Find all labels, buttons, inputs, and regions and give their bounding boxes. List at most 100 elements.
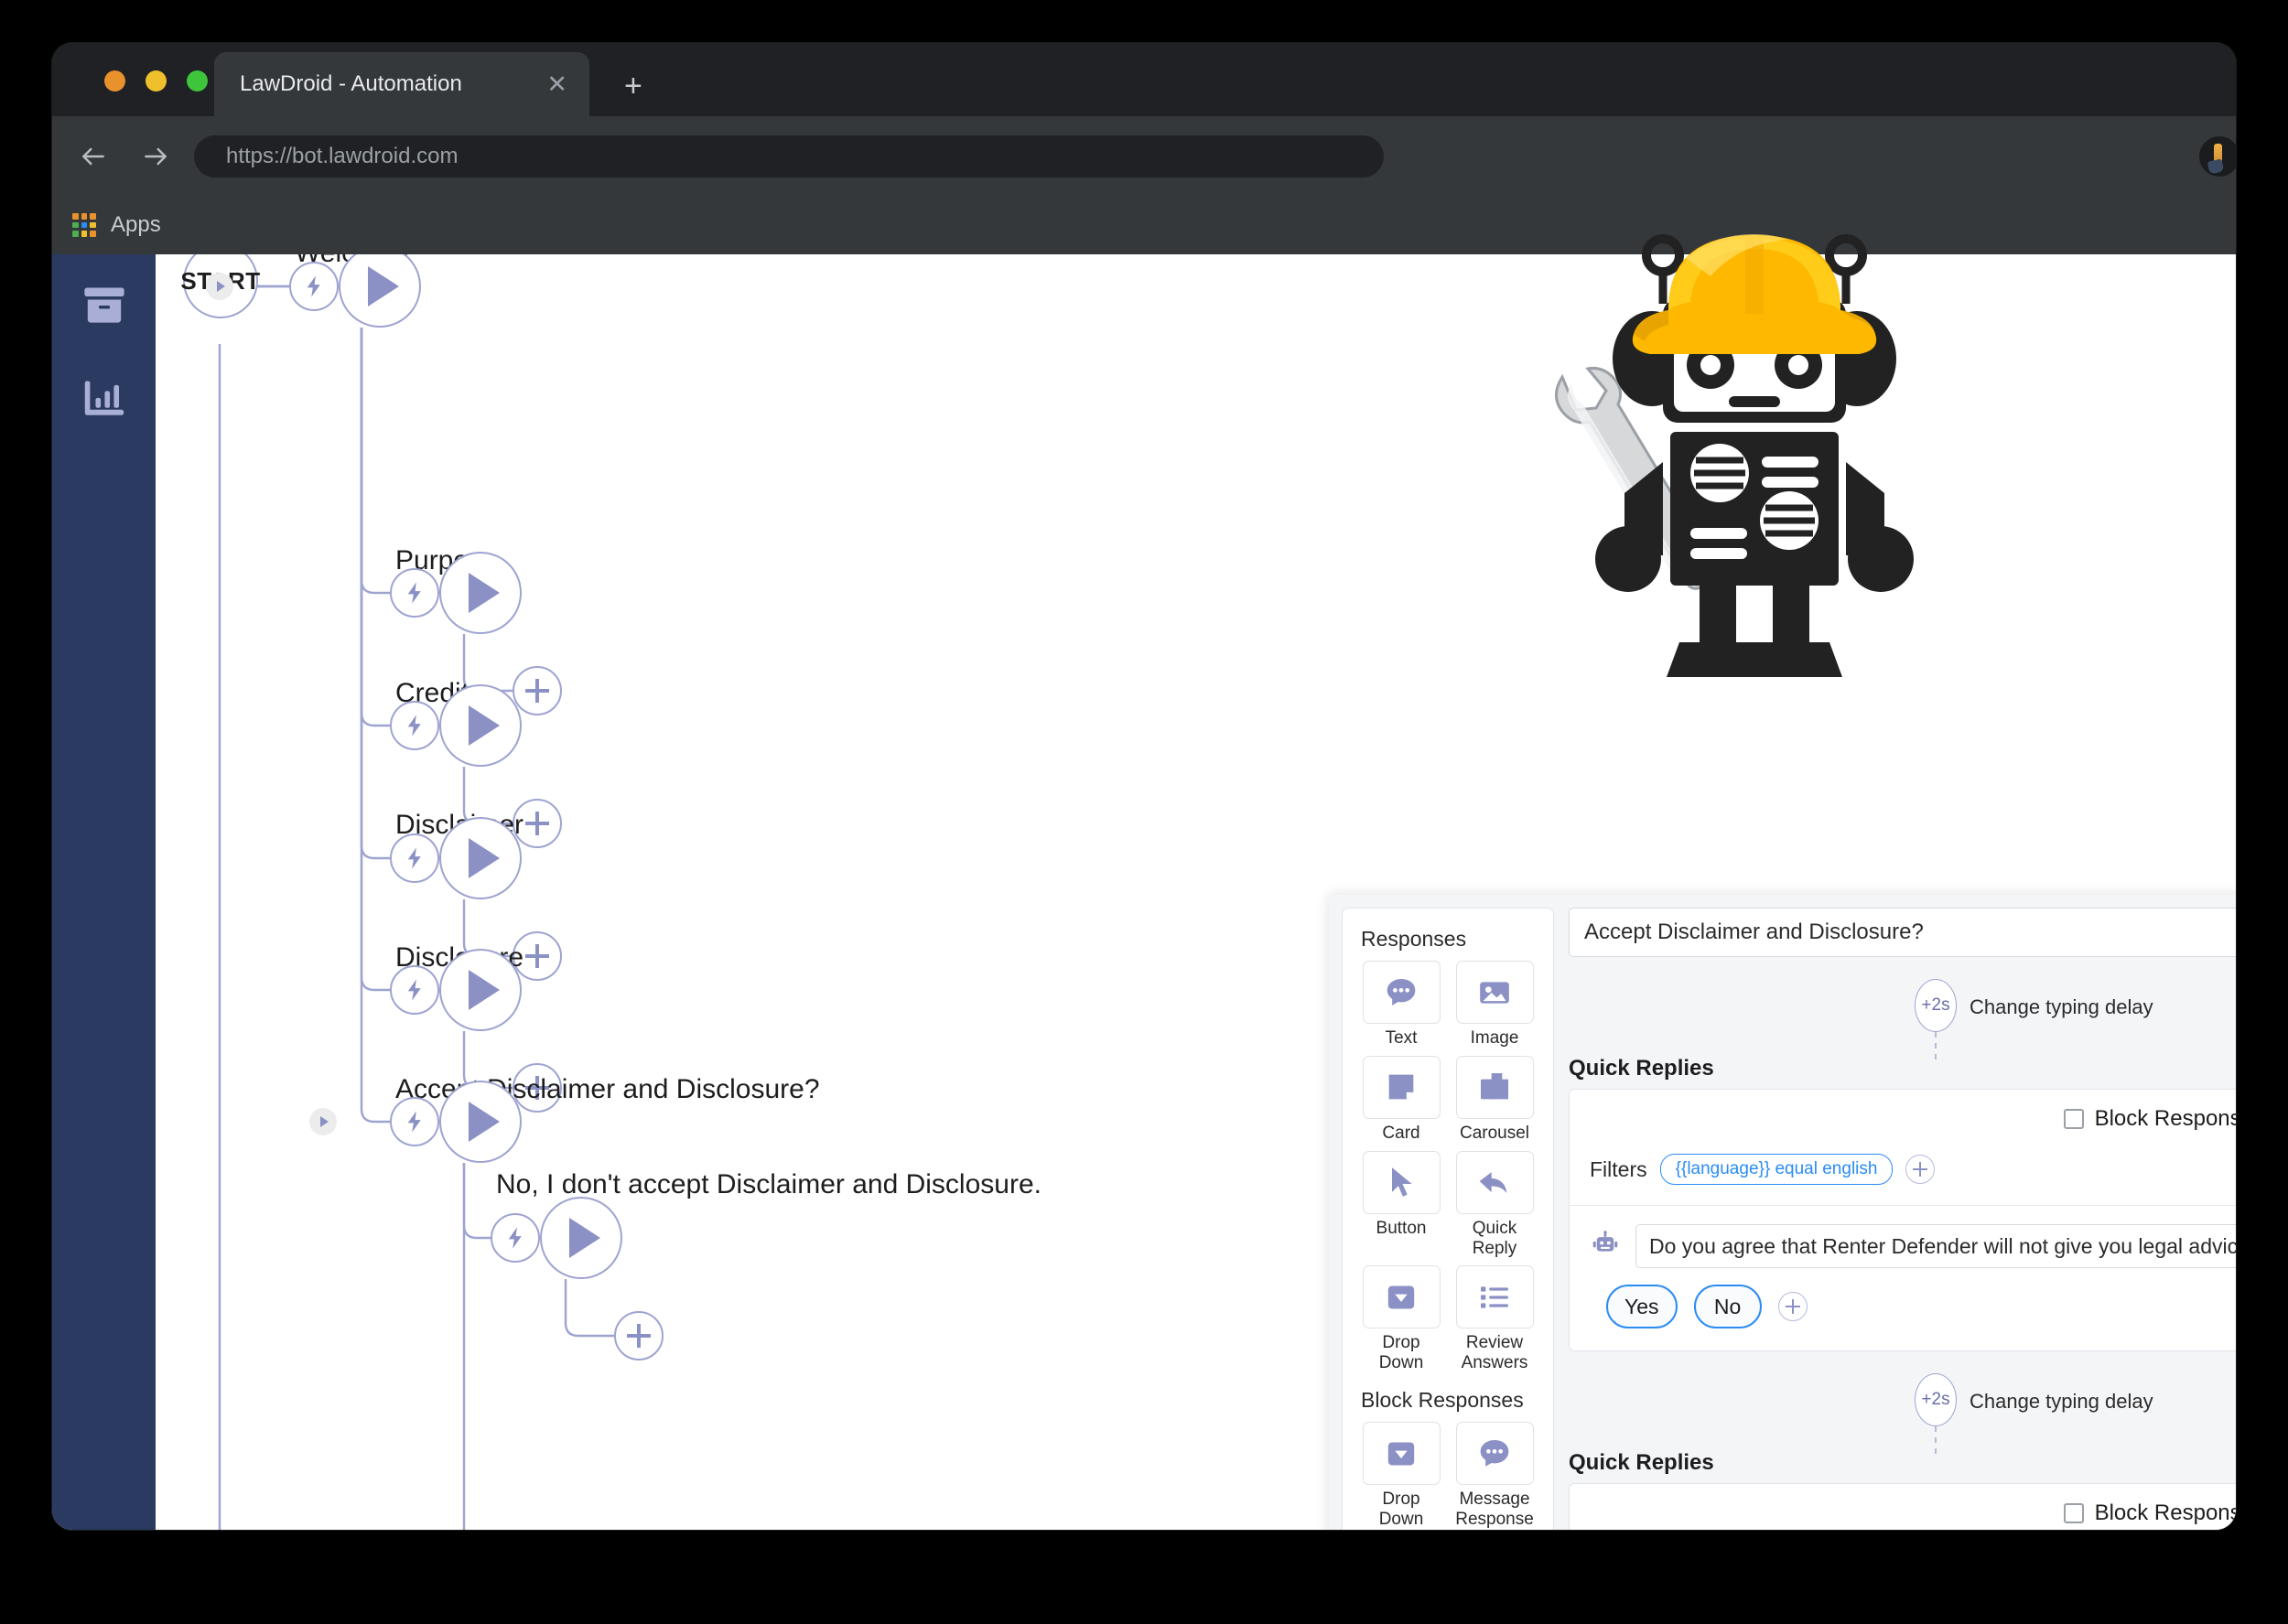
node-label-decline: No, I don't accept Disclaimer and Disclo… — [496, 1169, 1041, 1200]
lightning-bolt-icon — [402, 580, 427, 606]
palette-item-text[interactable]: Text — [1359, 961, 1443, 1049]
dropdown-icon — [1363, 1265, 1441, 1328]
url-text: https://bot.lawdroid.com — [226, 144, 458, 169]
flow-connector-wires — [156, 254, 1329, 1530]
palette-item-label: Card — [1382, 1124, 1419, 1144]
palette-item-quick-reply[interactable]: Quick Reply — [1452, 1151, 1537, 1259]
trigger-bolt-credit[interactable] — [390, 701, 439, 750]
browser-tab[interactable]: LawDroid - Automation ✕ — [214, 52, 589, 116]
back-arrow-icon[interactable] — [72, 135, 114, 177]
browser-window: LawDroid - Automation ✕ + https://bot.la… — [52, 43, 2236, 1530]
add-node-button[interactable] — [614, 1311, 664, 1361]
add-node-button[interactable] — [513, 666, 562, 715]
app-sidebar — [52, 254, 156, 1530]
message-text-input[interactable] — [1635, 1224, 2236, 1268]
editor-main-column: +2s Change typing delay Quick Replies Bl… — [1569, 908, 2236, 1530]
filters-label: Filters — [1590, 1157, 1647, 1182]
palette-item-review-answers[interactable]: Review Answers — [1452, 1265, 1537, 1373]
palette-grid-responses: Text Image Card — [1343, 961, 1553, 1373]
block-response-checkbox[interactable] — [2064, 1109, 2084, 1129]
bar-chart-icon — [81, 375, 128, 423]
typing-delay-row: +2s Change typing delay — [1569, 973, 2236, 1056]
image-icon — [1456, 961, 1534, 1024]
close-window-button[interactable] — [104, 70, 125, 91]
trigger-bolt-disclaimer[interactable] — [390, 834, 439, 883]
quick-reply-card: Block Response Filters {{language}} equa… — [1569, 1089, 2236, 1351]
page-viewport: START Welcome Purpose Credit — [52, 254, 2236, 1530]
palette-item-carousel[interactable]: Carousel — [1452, 1056, 1537, 1144]
typing-delay-badge[interactable]: +2s — [1915, 1373, 1957, 1426]
palette-item-label: Carousel — [1460, 1124, 1529, 1144]
message-row — [1570, 1206, 2236, 1268]
block-response-row[interactable]: Block Response — [1570, 1484, 2236, 1530]
list-icon — [1456, 1265, 1534, 1328]
address-bar[interactable]: https://bot.lawdroid.com — [194, 135, 1384, 177]
add-quick-reply-button[interactable] — [1778, 1292, 1808, 1321]
palette-grid-block-responses: Drop Down Response 1 Message Response 2 — [1343, 1422, 1553, 1530]
palette-item-card[interactable]: Card — [1359, 1056, 1443, 1144]
palette-item-label: Text — [1386, 1028, 1418, 1049]
filter-pill[interactable]: {{language}} equal english — [1660, 1154, 1894, 1185]
flow-node-disclaimer[interactable] — [439, 817, 522, 899]
flow-node-credit[interactable] — [439, 684, 522, 767]
minimize-window-button[interactable] — [146, 70, 167, 91]
palette-item-drop-down[interactable]: Drop Down — [1359, 1265, 1443, 1373]
lightning-bolt-icon — [301, 274, 327, 299]
palette-item-label: Drop Down — [1359, 1333, 1443, 1373]
chat-bubble-icon — [1363, 961, 1441, 1024]
forward-arrow-icon[interactable] — [135, 135, 177, 177]
palette-item-image[interactable]: Image — [1452, 961, 1537, 1049]
lightning-bolt-icon — [402, 713, 427, 738]
palette-item-button[interactable]: Button — [1359, 1151, 1443, 1259]
trigger-bolt-purpose[interactable] — [390, 568, 439, 618]
bot-avatar-icon — [1590, 1231, 1621, 1262]
flow-node-handle[interactable] — [309, 1108, 337, 1135]
response-title-input[interactable] — [1569, 908, 2236, 957]
apps-grid-icon[interactable] — [72, 213, 96, 237]
block-response-row[interactable]: Block Response — [1570, 1090, 2236, 1141]
sidebar-item-analytics[interactable] — [81, 375, 128, 423]
flow-canvas[interactable]: START Welcome Purpose Credit — [156, 254, 1329, 1530]
palette-item-label: Review Answers — [1452, 1333, 1537, 1373]
typing-delay-badge[interactable]: +2s — [1915, 979, 1957, 1032]
flow-node-disclosure[interactable] — [439, 949, 522, 1031]
apps-label[interactable]: Apps — [111, 212, 161, 238]
flow-node-purpose[interactable] — [439, 552, 522, 634]
delay-connector-line — [1935, 1426, 1937, 1457]
palette-item-label: Button — [1376, 1219, 1427, 1239]
palette-item-message-response-2[interactable]: Message Response 2 — [1452, 1422, 1537, 1530]
typing-delay-label: Change typing delay — [1970, 1390, 2153, 1414]
close-icon[interactable]: ✕ — [546, 72, 567, 97]
flow-node-accept[interactable] — [439, 1081, 522, 1163]
quick-reply-buttons-row: Yes No — [1570, 1268, 2236, 1350]
typing-delay-label: Change typing delay — [1970, 995, 2153, 1019]
window-traffic-lights — [104, 70, 208, 91]
block-response-label: Block Response — [2095, 1500, 2236, 1526]
quick-reply-pill[interactable]: No — [1694, 1285, 1762, 1328]
trigger-bolt-decline[interactable] — [491, 1213, 540, 1263]
chat-bubble-icon — [1456, 1422, 1534, 1485]
cursor-icon — [1363, 1151, 1441, 1214]
palette-item-label: Image — [1471, 1028, 1519, 1049]
avatar[interactable] — [2199, 136, 2236, 177]
palette-section-heading: Responses — [1361, 927, 1553, 952]
flow-node-decline[interactable] — [540, 1197, 622, 1279]
trigger-bolt-disclosure[interactable] — [390, 965, 439, 1015]
card-icon — [1363, 1056, 1441, 1119]
plus-icon[interactable]: + — [624, 70, 642, 102]
quick-reply-pill[interactable]: Yes — [1606, 1285, 1678, 1328]
trigger-bolt-welcome[interactable] — [289, 262, 339, 311]
carousel-icon — [1456, 1056, 1534, 1119]
block-response-checkbox[interactable] — [2064, 1503, 2084, 1523]
quick-replies-heading: Quick Replies — [1569, 1450, 2236, 1476]
trigger-bolt-accept[interactable] — [390, 1097, 439, 1146]
palette-item-label: Message Response 2 — [1452, 1490, 1537, 1530]
bookmarks-bar: Apps — [52, 196, 2236, 254]
flow-start-handle[interactable] — [206, 273, 233, 300]
sidebar-item-flows[interactable] — [81, 282, 128, 329]
maximize-window-button[interactable] — [187, 70, 208, 91]
dropdown-icon — [1363, 1422, 1441, 1485]
lightning-bolt-icon — [402, 845, 427, 871]
add-filter-button[interactable] — [1905, 1155, 1935, 1184]
palette-item-drop-down-response-1[interactable]: Drop Down Response 1 — [1359, 1422, 1443, 1530]
